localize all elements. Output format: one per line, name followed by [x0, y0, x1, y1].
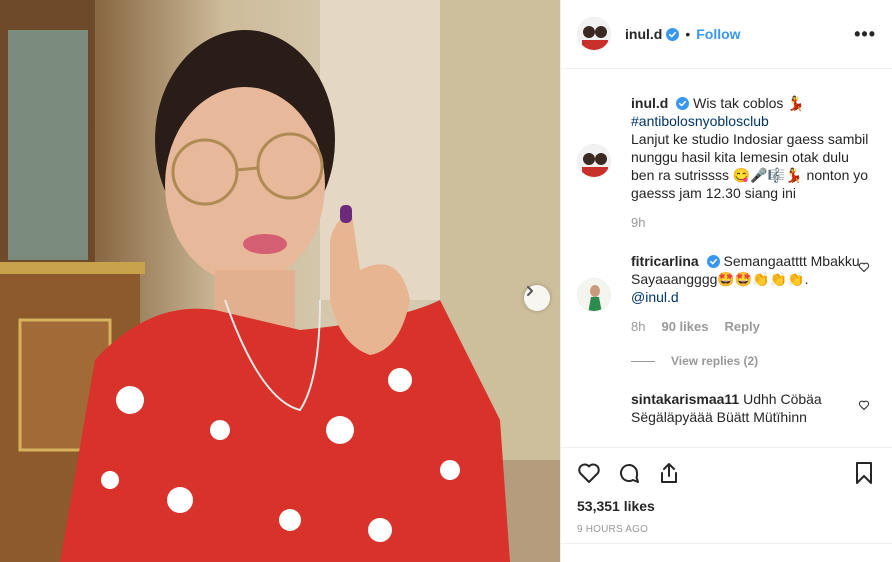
chevron-right-icon — [527, 286, 533, 296]
bookmark-icon — [856, 462, 872, 484]
hashtag-link[interactable]: #antibolosnyoblosclub — [631, 113, 769, 129]
comment-username[interactable]: fitricarlina — [631, 253, 699, 269]
comment-username[interactable]: sintakarismaa11 — [631, 391, 739, 407]
comment-text: Semangaatttt Mbakku — [723, 253, 860, 269]
save-button[interactable] — [852, 461, 876, 485]
action-icons — [577, 460, 876, 486]
verified-badge-icon — [676, 97, 690, 110]
post-header: inul.d • Follow ••• — [561, 0, 892, 69]
verified-badge-icon — [666, 27, 680, 41]
reply-button[interactable]: Reply — [724, 318, 759, 336]
mention-link[interactable]: @inul.d — [631, 289, 679, 305]
separator-dot: • — [685, 26, 691, 42]
follow-button[interactable]: Follow — [696, 26, 740, 42]
comment-text-2: Sayaaangggg🤩🤩👏👏👏. — [631, 271, 809, 287]
comment-text: Wis tak coblos 💃 — [693, 95, 805, 111]
verified-badge-icon — [706, 255, 720, 268]
comment-bubble-icon — [620, 464, 639, 483]
comment-username[interactable]: inul.d — [631, 95, 668, 111]
share-button[interactable] — [657, 461, 681, 485]
comment-item: sintakarismaa11 Udhh Cöbäa Sëgäläpyäää B… — [577, 390, 876, 426]
comment-meta: 9h — [631, 214, 871, 232]
like-button[interactable] — [577, 461, 601, 485]
comment-time[interactable]: 8h — [631, 318, 645, 336]
view-replies-button[interactable]: View replies (2) — [631, 354, 876, 368]
next-photo-button[interactable] — [524, 285, 550, 311]
comment-item: fitricarlina Semangaatttt Mbakku Sayaaan… — [577, 252, 876, 336]
avatar[interactable] — [577, 278, 611, 312]
comment-likes[interactable]: 90 likes — [661, 318, 708, 336]
replies-divider-line — [631, 360, 655, 362]
photo-illustration — [0, 0, 560, 562]
post-username[interactable]: inul.d — [625, 26, 662, 42]
post-actions: 53,351 likes 9 HOURS AGO — [561, 447, 892, 535]
more-options-icon[interactable]: ••• — [854, 24, 876, 45]
heart-icon — [578, 463, 600, 483]
avatar[interactable] — [577, 144, 611, 178]
like-comment-heart-icon[interactable] — [858, 399, 870, 411]
comments-list: inul.d Wis tak coblos 💃 #antibolosnyoblo… — [561, 70, 892, 446]
caption-comment: inul.d Wis tak coblos 💃 #antibolosnyoblo… — [577, 94, 876, 232]
avatar[interactable] — [577, 17, 611, 51]
share-icon — [661, 463, 677, 483]
add-comment-divider — [561, 543, 892, 544]
avatar-placeholder — [577, 390, 611, 426]
post-photo — [0, 0, 560, 562]
post-side-panel: inul.d • Follow ••• inul.d Wis tak coblo… — [560, 0, 892, 562]
post-timestamp[interactable]: 9 HOURS AGO — [577, 524, 876, 535]
comment-text-rest: Lanjut ke studio Indosiar gaess sambil n… — [631, 131, 869, 201]
comment-time[interactable]: 9h — [631, 214, 645, 232]
comment-meta: 8h 90 likes Reply — [631, 318, 871, 336]
likes-count[interactable]: 53,351 likes — [577, 498, 876, 514]
like-comment-heart-icon[interactable] — [858, 261, 870, 273]
comment-button[interactable] — [617, 461, 641, 485]
view-replies-label: View replies (2) — [671, 354, 759, 368]
